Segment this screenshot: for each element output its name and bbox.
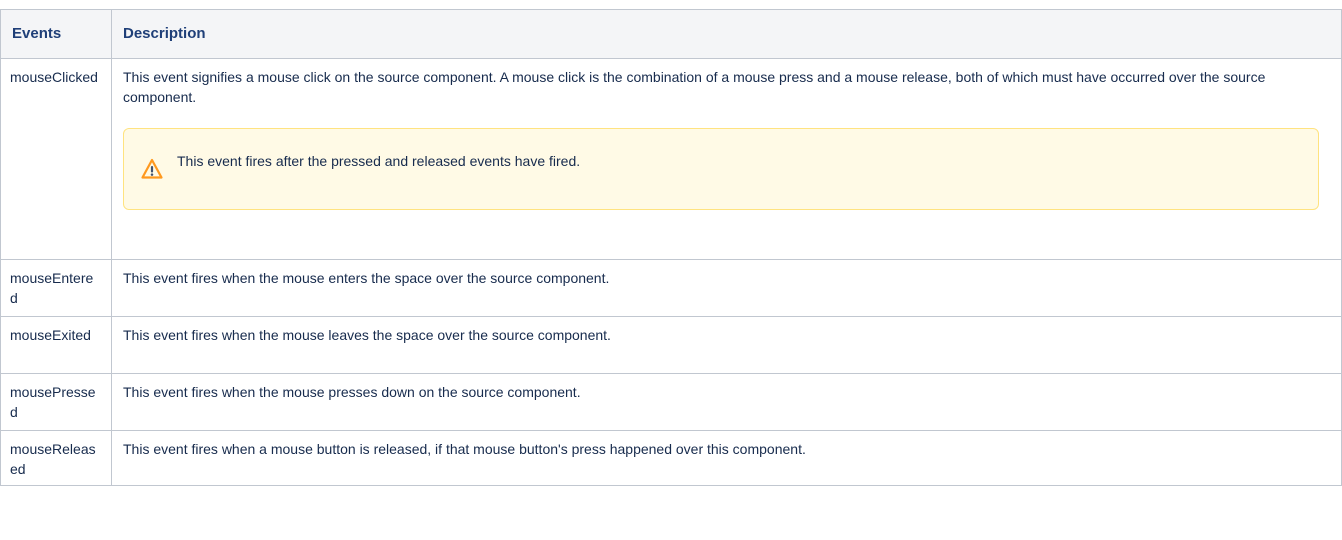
event-description-text: This event signifies a mouse click on th… (123, 69, 1266, 105)
warning-note-panel: This event fires after the pressed and r… (123, 128, 1319, 210)
event-description-cell: This event fires when the mouse leaves t… (111, 316, 1342, 374)
event-description-cell: This event fires when the mouse presses … (111, 373, 1342, 431)
table-row: mouseEntered This event fires when the m… (0, 259, 1342, 317)
events-column-header: Events (0, 9, 112, 59)
event-name-cell: mouseEntered (0, 259, 112, 317)
event-description-cell: This event signifies a mouse click on th… (111, 58, 1342, 260)
events-table: Events Description mouseClicked This eve… (0, 9, 1342, 486)
event-name-cell: mouseClicked (0, 58, 112, 260)
table-row: mouseExited This event fires when the mo… (0, 316, 1342, 374)
event-description-cell: This event fires when the mouse enters t… (111, 259, 1342, 317)
warning-icon (141, 158, 163, 179)
event-name-cell: mousePressed (0, 373, 112, 431)
description-column-header: Description (111, 9, 1342, 59)
event-description-cell: This event fires when a mouse button is … (111, 430, 1342, 486)
table-row: mouseReleased This event fires when a mo… (0, 430, 1342, 486)
event-name-cell: mouseExited (0, 316, 112, 374)
warning-note-text: This event fires after the pressed and r… (177, 153, 581, 169)
table-row: mouseClicked This event signifies a mous… (0, 58, 1342, 260)
table-row: mousePressed This event fires when the m… (0, 373, 1342, 431)
event-name-cell: mouseReleased (0, 430, 112, 486)
table-header-row: Events Description (0, 9, 1342, 59)
